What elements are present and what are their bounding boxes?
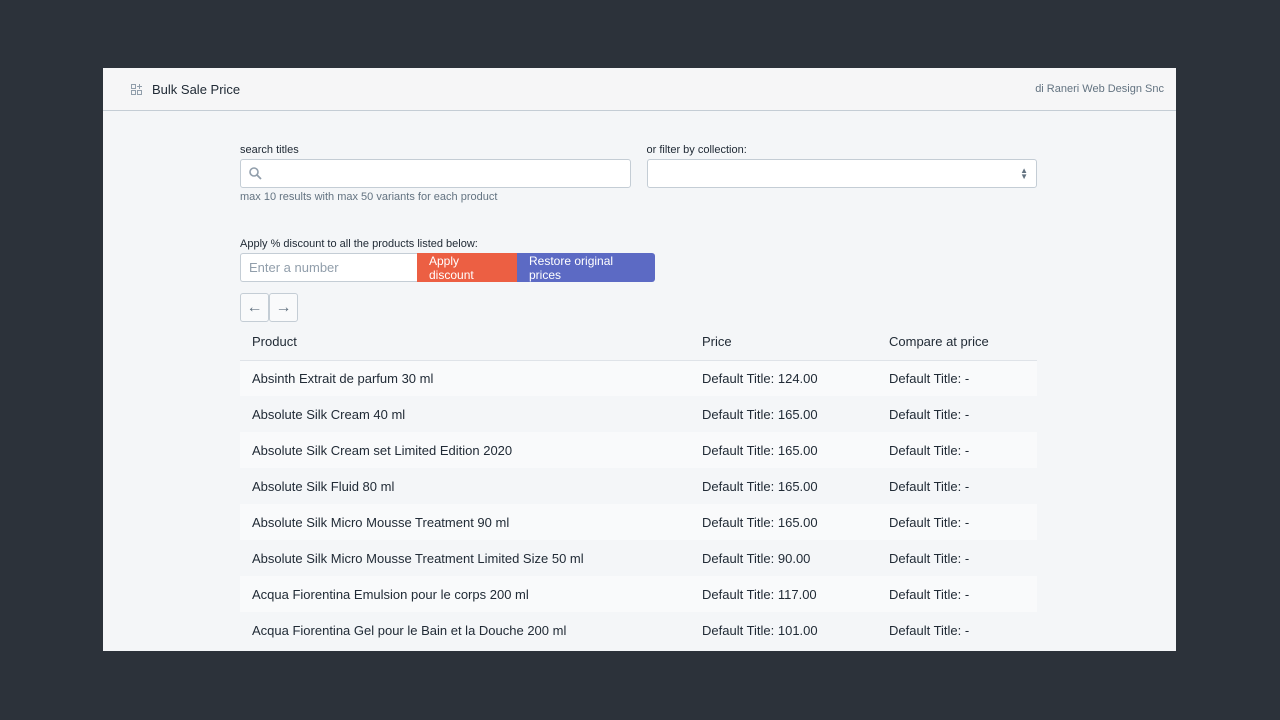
cell-product: Acqua Fiorentina Emulsion pour le corps … bbox=[240, 576, 690, 612]
cell-compare-price: Default Title: - bbox=[877, 576, 1037, 612]
top-bar: Bulk Sale Price di Raneri Web Design Snc bbox=[103, 68, 1176, 111]
cell-price: Default Title: 165.00 bbox=[690, 504, 877, 540]
apply-discount-button[interactable]: Apply discount bbox=[417, 253, 517, 282]
cell-product: Absolute Silk Cream 40 ml bbox=[240, 396, 690, 432]
table-row: Absolute Silk Fluid 80 ml Default Title: … bbox=[240, 468, 1037, 504]
collection-label: or filter by collection: bbox=[646, 144, 747, 156]
previous-page-button[interactable]: ← bbox=[240, 293, 269, 322]
header-price: Price bbox=[690, 324, 877, 361]
cell-compare-price: Default Title: - bbox=[877, 432, 1037, 468]
collection-select[interactable]: ▲ ▼ bbox=[646, 159, 1037, 188]
cell-compare-price: Default Title: - bbox=[877, 468, 1037, 504]
cell-product: Absolute Silk Fluid 80 ml bbox=[240, 468, 690, 504]
table-row: Acqua Fiorentina Emulsion pour le corps … bbox=[240, 576, 1037, 612]
cell-compare-price: Default Title: - bbox=[877, 396, 1037, 432]
header-compare-price: Compare at price bbox=[877, 324, 1037, 361]
apps-icon bbox=[131, 83, 142, 95]
table-row: Absolute Silk Cream 40 ml Default Title: … bbox=[240, 396, 1037, 432]
table-row: Absolute Silk Micro Mousse Treatment Lim… bbox=[240, 540, 1037, 576]
discount-input[interactable]: Enter a number bbox=[240, 253, 417, 282]
restore-prices-button[interactable]: Restore original prices bbox=[517, 253, 655, 282]
cell-price: Default Title: 165.00 bbox=[690, 468, 877, 504]
table-row: Acqua Fiorentina Gel pour le Bain et la … bbox=[240, 612, 1037, 648]
cell-price: Default Title: 117.00 bbox=[690, 576, 877, 612]
cell-price: Default Title: 90.00 bbox=[690, 540, 877, 576]
products-table: Product Price Compare at price Absinth E… bbox=[240, 324, 1037, 648]
search-input[interactable] bbox=[240, 159, 631, 188]
cell-price: Default Title: 101.00 bbox=[690, 612, 877, 648]
table-row: Absinth Extrait de parfum 30 ml Default T… bbox=[240, 360, 1037, 396]
cell-product: Absolute Silk Micro Mousse Treatment 90 … bbox=[240, 504, 690, 540]
cell-compare-price: Default Title: - bbox=[877, 504, 1037, 540]
search-label: search titles bbox=[240, 144, 299, 156]
cell-product: Acqua Fiorentina Gel pour le Bain et la … bbox=[240, 612, 690, 648]
cell-product: Absolute Silk Cream set Limited Edition … bbox=[240, 432, 690, 468]
app-title: Bulk Sale Price bbox=[152, 81, 241, 97]
cell-product: Absolute Silk Micro Mousse Treatment Lim… bbox=[240, 540, 690, 576]
cell-price: Default Title: 124.00 bbox=[690, 360, 877, 396]
vendor-name: di Raneri Web Design Snc bbox=[1035, 83, 1164, 95]
cell-compare-price: Default Title: - bbox=[877, 612, 1037, 648]
arrow-left-icon: ← bbox=[246, 298, 263, 316]
header-product: Product bbox=[240, 324, 690, 361]
search-icon bbox=[249, 167, 262, 180]
next-page-button[interactable]: → bbox=[269, 293, 298, 322]
select-arrows-icon: ▲ ▼ bbox=[1020, 165, 1028, 181]
table-row: Absolute Silk Cream set Limited Edition … bbox=[240, 432, 1037, 468]
cell-compare-price: Default Title: - bbox=[877, 540, 1037, 576]
cell-compare-price: Default Title: - bbox=[877, 360, 1037, 396]
app-window: Bulk Sale Price di Raneri Web Design Snc… bbox=[103, 68, 1176, 651]
table-row: Absolute Silk Micro Mousse Treatment 90 … bbox=[240, 504, 1037, 540]
search-help: max 10 results with max 50 variants for … bbox=[240, 191, 498, 203]
cell-price: Default Title: 165.00 bbox=[690, 432, 877, 468]
arrow-right-icon: → bbox=[275, 298, 292, 316]
cell-product: Absinth Extrait de parfum 30 ml bbox=[240, 360, 690, 396]
discount-label: Apply % discount to all the products lis… bbox=[240, 238, 478, 250]
cell-price: Default Title: 165.00 bbox=[690, 396, 877, 432]
